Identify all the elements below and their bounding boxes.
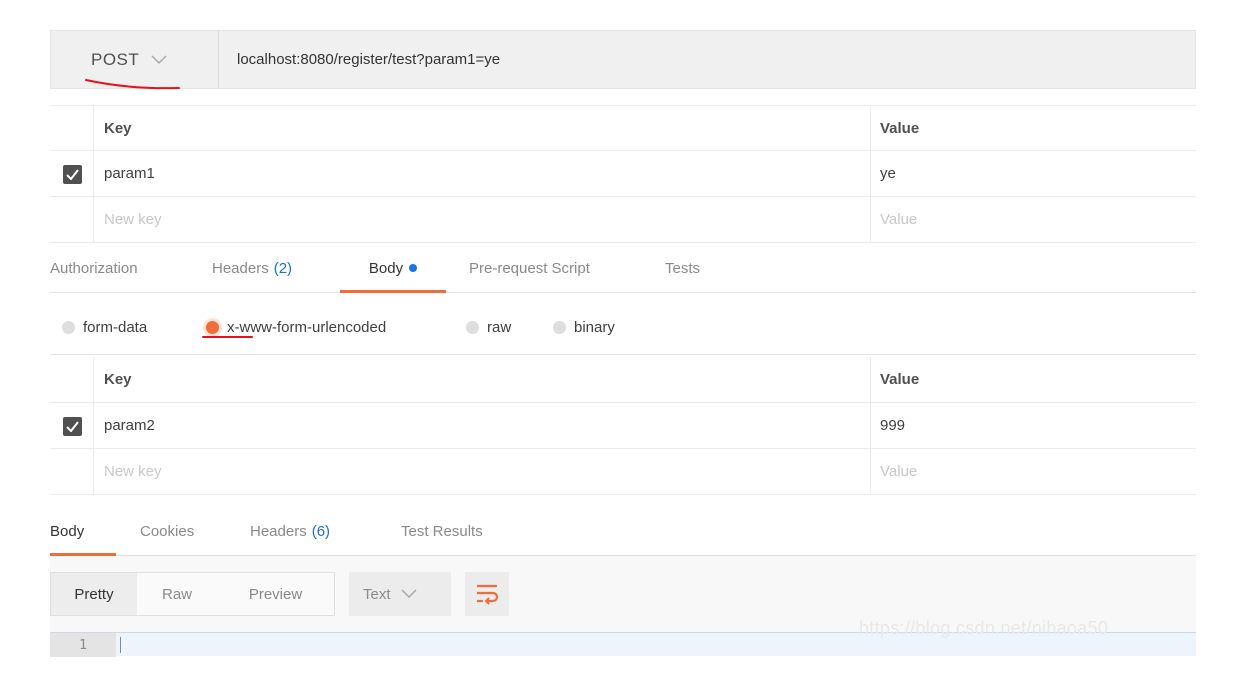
request-bar: POST localhost:8080/register/test?param1… <box>50 30 1196 89</box>
view-mode-group: Pretty Raw Preview <box>50 572 335 616</box>
radio-selected-icon <box>206 321 219 334</box>
mode-form-data[interactable]: form-data <box>62 300 147 355</box>
pretty-button[interactable]: Pretty <box>51 573 137 615</box>
tab-response-headers[interactable]: Headers (6) <box>250 506 330 556</box>
body-value-header: Value <box>880 371 920 388</box>
tab-cookies[interactable]: Cookies <box>140 506 194 556</box>
table-row: param2 999 <box>50 403 1196 449</box>
params-header-row: Key Value <box>50 105 1196 151</box>
tab-response-body[interactable]: Body <box>50 506 116 556</box>
format-dropdown[interactable]: Text <box>349 572 451 616</box>
chevron-down-icon <box>400 589 417 599</box>
new-key-input[interactable]: New key <box>104 197 162 242</box>
raw-button[interactable]: Raw <box>137 573 217 615</box>
line-number: 1 <box>50 633 116 657</box>
request-tabs: Authorization Headers (2) Body Pre-reques… <box>50 243 1196 293</box>
body-params-new-row: New key Value <box>50 449 1196 495</box>
mode-x-www-form-urlencoded[interactable]: x-www-form-urlencoded <box>206 300 386 355</box>
params-key-header: Key <box>104 119 132 137</box>
check-icon <box>66 169 79 180</box>
body-param-value-cell[interactable]: 999 <box>880 403 905 448</box>
param-key-cell[interactable]: param1 <box>104 151 155 196</box>
wrap-lines-icon <box>477 584 499 605</box>
new-value-input[interactable]: Value <box>880 197 917 242</box>
param-value-cell[interactable]: ye <box>880 151 896 196</box>
chevron-down-icon <box>151 54 167 64</box>
table-row: param1 ye <box>50 151 1196 197</box>
body-modified-dot-icon <box>409 264 418 272</box>
radio-icon <box>466 321 479 334</box>
tab-body[interactable]: Body <box>340 243 446 293</box>
check-icon <box>66 421 79 432</box>
body-new-key-input[interactable]: New key <box>104 449 162 494</box>
url-input[interactable]: localhost:8080/register/test?param1=ye <box>219 31 1195 88</box>
tab-test-results[interactable]: Test Results <box>401 506 483 556</box>
param1-checkbox[interactable] <box>63 165 82 184</box>
preview-button[interactable]: Preview <box>217 573 334 615</box>
body-key-header: Key <box>104 371 132 388</box>
radio-icon <box>553 321 566 334</box>
text-caret <box>120 637 121 653</box>
body-new-value-input[interactable]: Value <box>880 449 917 494</box>
watermark: https://blog.csdn.net/nihaoa50 <box>859 618 1109 638</box>
params-new-row: New key Value <box>50 197 1196 243</box>
tab-prerequest-script[interactable]: Pre-request Script <box>469 243 590 293</box>
tab-authorization[interactable]: Authorization <box>50 243 138 293</box>
active-tab-underline <box>340 290 446 293</box>
wrap-lines-button[interactable] <box>465 572 509 616</box>
method-label: POST <box>91 49 140 69</box>
response-tabs: Body Cookies Headers (6) Test Results <box>50 506 1196 556</box>
radio-icon <box>62 321 75 334</box>
body-param-key-cell[interactable]: param2 <box>104 403 155 448</box>
mode-binary[interactable]: binary <box>553 300 615 355</box>
response-headers-count: (6) <box>311 522 331 540</box>
param2-checkbox[interactable] <box>63 417 82 436</box>
tab-tests[interactable]: Tests <box>665 243 700 293</box>
body-params-table: Key Value param2 999 New key Value <box>50 357 1196 495</box>
params-value-header: Value <box>880 119 920 137</box>
mode-raw[interactable]: raw <box>466 300 511 355</box>
params-table: Key Value param1 ye New key Value <box>50 105 1196 243</box>
body-params-header-row: Key Value <box>50 357 1196 403</box>
tab-headers[interactable]: Headers (2) <box>212 243 292 293</box>
headers-count: (2) <box>273 259 293 277</box>
method-selector[interactable]: POST <box>51 31 219 88</box>
body-mode-selector: form-data x-www-form-urlencoded raw bina… <box>50 300 1196 355</box>
